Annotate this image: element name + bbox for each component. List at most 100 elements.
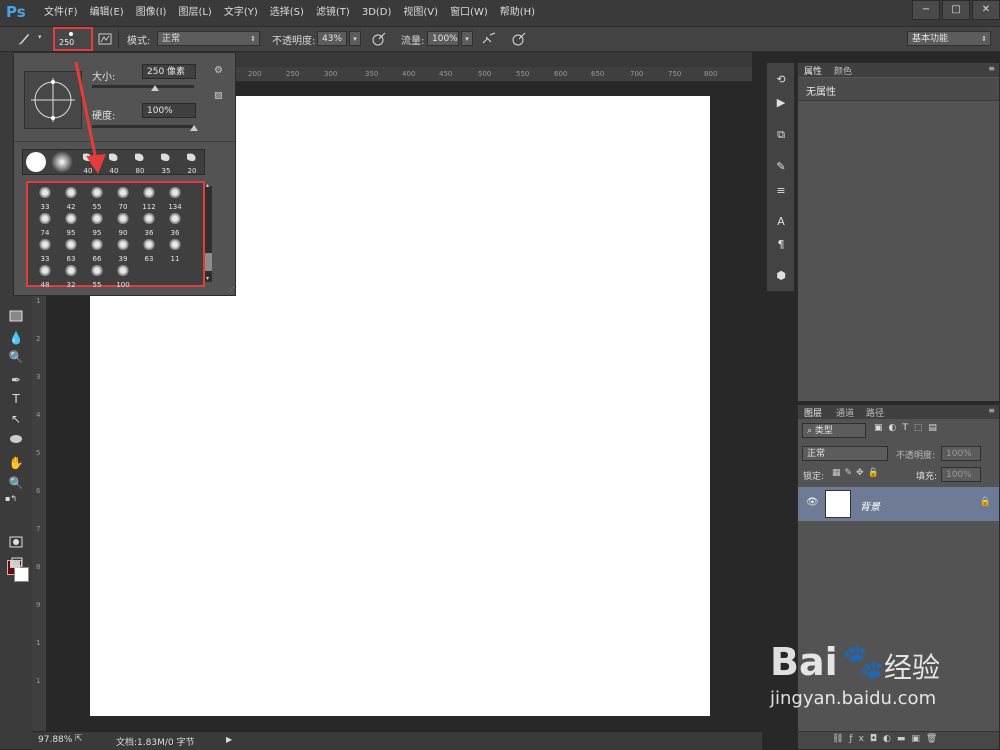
menu-layer[interactable]: 图层(L) [172,0,217,26]
tab-paths[interactable]: 路径 [866,406,884,419]
character-panel-icon[interactable]: A [774,215,788,229]
hardness-input[interactable]: 100% [142,103,196,118]
blend-mode-select[interactable]: 正常 [802,446,888,461]
brush-preset-cell[interactable]: 95 [58,210,84,237]
tab-color[interactable]: 颜色 [834,64,852,77]
brush-preset-cell[interactable]: 55 [84,184,110,211]
quick-mask-icon[interactable] [8,536,24,552]
brush-preset-picker[interactable]: 250 [53,27,93,51]
ellipse-tool-icon[interactable] [8,432,24,448]
brush-preset-cell[interactable]: 36 [136,210,162,237]
opacity-slider-dropdown[interactable]: ▾ [349,31,361,46]
brush-preset-cell[interactable]: 95 [84,210,110,237]
flow-input[interactable]: 100% [427,31,459,46]
brush-preset-cell[interactable]: 32 [58,262,84,289]
3d-panel-icon[interactable]: ⬢ [774,269,788,283]
panel-menu-icon[interactable]: ≡ [988,406,995,415]
blur-tool-icon[interactable]: 💧 [8,330,24,346]
brush-preset-cell[interactable]: 39 [110,236,136,263]
menu-file[interactable]: 文件(F) [38,0,84,26]
menu-filter[interactable]: 滤镜(T) [310,0,356,26]
menu-select[interactable]: 选择(S) [264,0,310,26]
brush-preset-cell[interactable]: 33 [32,184,58,211]
brush-presets-icon[interactable]: ✎ [774,160,788,174]
hardness-slider-thumb[interactable] [190,125,198,131]
brush-preset-cell[interactable]: 11 [162,236,188,263]
default-colors-icon[interactable]: ▪↰ [5,494,17,503]
menu-window[interactable]: 窗口(W) [444,0,494,26]
type-tool-icon[interactable]: T [8,391,24,407]
scroll-down-icon[interactable]: ▾ [206,275,209,282]
brush-preset-cell[interactable]: 90 [110,210,136,237]
resize-grip-icon[interactable]: ⋰ [228,286,235,294]
path-selection-tool-icon[interactable]: ↖ [8,411,24,427]
status-menu-arrow-icon[interactable]: ▶ [226,735,232,744]
pen-tool-icon[interactable]: ✒ [8,372,24,388]
layer-name[interactable]: 背景 [860,498,880,513]
brush-preset-cell[interactable]: 63 [58,236,84,263]
eye-icon[interactable]: 👁 [806,497,819,508]
gear-icon[interactable]: ⚙ [214,65,223,76]
tab-channels[interactable]: 通道 [836,406,854,419]
brush-preset-cell[interactable]: 36 [162,210,188,237]
layer-row-background[interactable]: 👁 背景 🔒 [798,487,999,521]
zoom-level[interactable]: 97.88% [38,735,72,745]
scroll-up-icon[interactable]: ▴ [206,182,209,189]
panel-menu-icon[interactable]: ≡ [988,64,995,73]
menu-type[interactable]: 文字(Y) [218,0,264,26]
hand-tool-icon[interactable]: ✋ [8,455,24,471]
brush-texture[interactable]: 80 [127,150,153,175]
clone-source-icon[interactable]: ⧉ [774,128,788,142]
workspace-select[interactable]: 基本功能 ⇕ [907,31,991,46]
tab-properties[interactable]: 属性 [804,64,822,77]
brush-tool-icon[interactable] [16,32,30,46]
menu-help[interactable]: 帮助(H) [494,0,541,26]
minimize-button[interactable]: − [912,0,940,20]
brush-settings-icon[interactable]: ≡ [774,184,788,198]
brush-preset-cell[interactable]: 48 [32,262,58,289]
brush-preset-cell[interactable]: 70 [110,184,136,211]
maximize-button[interactable]: □ [942,0,970,20]
history-panel-icon[interactable]: ⟲ [774,73,788,87]
paragraph-panel-icon[interactable]: ¶ [774,238,788,252]
dodge-tool-icon[interactable]: 🔍 [8,349,24,365]
lock-icons[interactable]: ▦✎✥🔒 [832,468,883,478]
brush-texture[interactable]: 35 [153,150,179,175]
opacity-input[interactable]: 43% [317,31,347,46]
menu-view[interactable]: 视图(V) [397,0,444,26]
layer-action-icons[interactable]: ⛓ƒx◘◐▬▣🗑 [832,734,943,744]
pressure-size-icon[interactable] [512,32,526,46]
brush-preset-cell[interactable]: 55 [84,262,110,289]
brush-preset-cell[interactable]: 42 [58,184,84,211]
actions-panel-icon[interactable]: ▶ [774,96,788,110]
tab-layers[interactable]: 图层 [804,406,822,419]
layer-opacity-input[interactable]: 100% [941,446,981,461]
brush-preset-cell[interactable]: 112 [136,184,162,211]
brush-preset-cell[interactable]: 74 [32,210,58,237]
zoom-tool-icon[interactable]: 🔍 [8,475,24,491]
menu-3d[interactable]: 3D(D) [356,0,398,26]
new-preset-icon[interactable]: ▨ [214,91,223,101]
mode-select[interactable]: 正常 ⇕ [157,31,260,46]
brush-panel-toggle-icon[interactable] [98,32,112,46]
layer-filter-select[interactable]: ⌕ 类型 [802,423,866,438]
size-slider-thumb[interactable] [151,85,160,91]
close-button[interactable]: ✕ [972,0,1000,20]
gradient-tool-icon[interactable] [8,310,24,326]
brush-preset-cell[interactable]: 66 [84,236,110,263]
brush-preset-cell[interactable]: 134 [162,184,188,211]
brush-texture[interactable]: 20 [179,150,205,175]
export-icon[interactable]: ⇱ [75,734,83,744]
fill-input[interactable]: 100% [941,467,981,482]
menu-image[interactable]: 图像(I) [130,0,173,26]
size-input[interactable]: 250 像素 [142,64,196,79]
brush-preset-cell[interactable]: 63 [136,236,162,263]
airbrush-icon[interactable] [482,32,496,46]
pressure-opacity-icon[interactable] [372,32,386,46]
flow-slider-dropdown[interactable]: ▾ [461,31,473,46]
screen-mode-icon[interactable] [8,557,24,573]
grid-scrollbar-thumb[interactable] [205,253,212,271]
brush-preset-cell[interactable]: 100 [110,262,136,289]
brush-hard-round[interactable] [23,150,49,174]
tool-preset-dropdown-icon[interactable]: ▾ [38,33,42,41]
